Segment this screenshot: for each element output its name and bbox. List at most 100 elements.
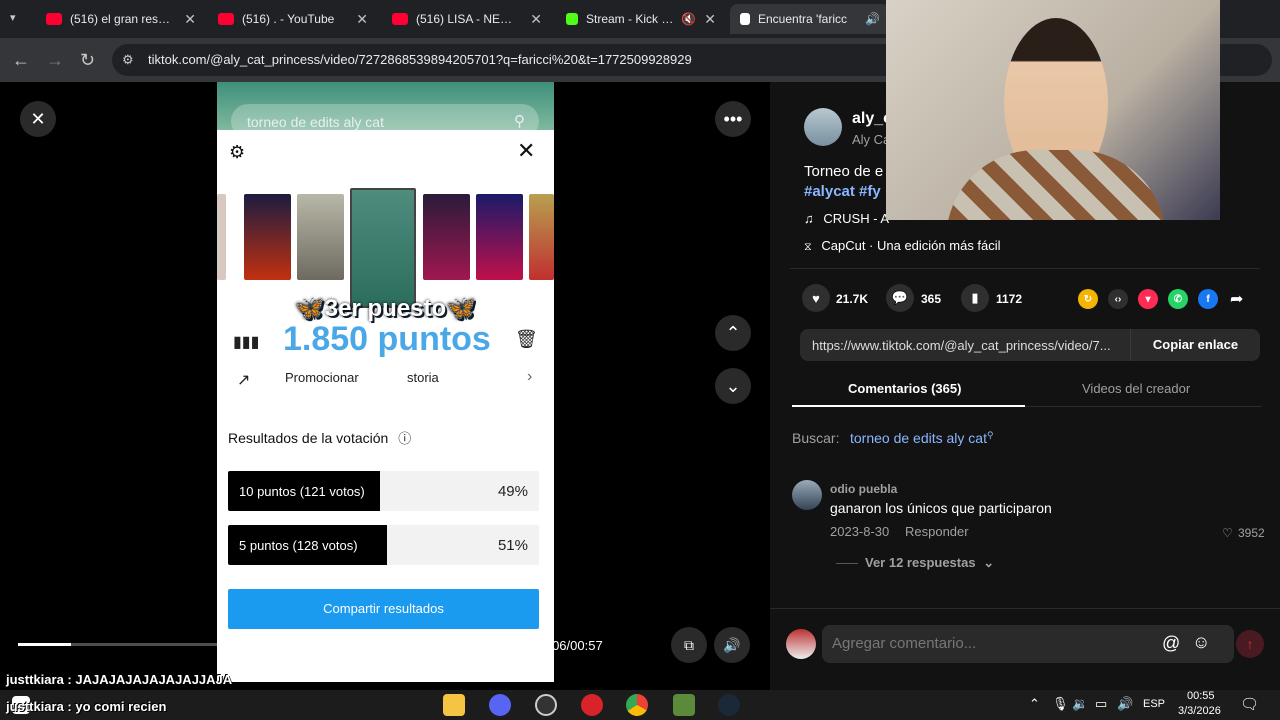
active-tab-underline <box>792 405 1025 407</box>
tab-title: (516) el gran responsa <box>70 12 176 26</box>
close-tab-icon[interactable]: ✕ <box>704 11 716 28</box>
history-label: storia <box>407 370 439 385</box>
tab-comments[interactable]: Comentarios (365) <box>848 381 961 396</box>
copy-link-button[interactable]: Copiar enlace <box>1130 329 1260 361</box>
chat-text: : yo comi recien <box>63 699 167 714</box>
like-count: 21.7K <box>836 292 869 306</box>
previous-video-button[interactable]: ⌃ <box>715 315 751 351</box>
reload-icon[interactable]: ↻ <box>80 50 95 71</box>
tab-creator-videos[interactable]: Videos del creador <box>1082 381 1190 396</box>
tray-chevron-icon[interactable]: ⌃ <box>1029 696 1040 712</box>
facebook-icon[interactable]: f <box>1198 289 1218 309</box>
volume-icon[interactable]: 🔉 <box>1072 696 1088 712</box>
clock-date[interactable]: 3/3/2026 <box>1178 705 1221 717</box>
comment-count: 365 <box>921 292 942 306</box>
speaker-icon[interactable]: 🔊 <box>1117 696 1133 712</box>
back-arrow-icon[interactable]: ← <box>12 50 30 71</box>
stats-bars-icon: ▮▮▮ <box>233 334 260 351</box>
chevron-down-icon: ⌄ <box>983 555 995 570</box>
repost-icon[interactable]: ↻ <box>1078 289 1098 309</box>
pip-button[interactable]: ⧉ <box>671 627 707 663</box>
commenter-avatar[interactable] <box>792 480 822 510</box>
chevron-right-icon: › <box>527 368 533 385</box>
reply-button[interactable]: Responder <box>905 524 969 539</box>
comment-like-icon[interactable]: ♡ <box>1222 526 1233 540</box>
emoji-icon[interactable]: ☺ <box>1192 632 1210 653</box>
chat-user: justtkiara <box>6 699 64 714</box>
send-icon[interactable]: ▾ <box>1138 289 1158 309</box>
video-progress-bar[interactable] <box>18 643 518 646</box>
network-icon[interactable]: ▭ <box>1095 696 1107 712</box>
browser-tab-active[interactable]: Encuentra 'faricc 🔊 <box>730 4 890 34</box>
webcam-overlay <box>886 0 1220 220</box>
music-row[interactable]: ♫ CRUSH - A <box>804 211 889 226</box>
speaker-icon[interactable]: 🔊 <box>865 12 880 26</box>
music-note-icon: ♫ <box>804 211 814 226</box>
bookmark-icon[interactable]: ▮ <box>961 284 989 312</box>
minecraft-icon[interactable] <box>673 694 695 716</box>
clock-time[interactable]: 00:55 <box>1187 690 1215 702</box>
youtube-icon <box>46 13 62 25</box>
hashtags[interactable]: #alycat #fy <box>804 183 881 200</box>
search-term-link[interactable]: torneo de edits aly cat⚲ <box>850 430 994 446</box>
promote-label: Promocionar <box>285 370 359 385</box>
share-link-url: https://www.tiktok.com/@aly_cat_princess… <box>812 338 1111 353</box>
add-comment-input[interactable]: Agregar comentario... @ ☺ <box>822 625 1234 663</box>
tab-list-icon[interactable]: ▾ <box>10 11 16 24</box>
avatar[interactable] <box>804 108 842 146</box>
share-results-button: Compartir resultados <box>228 589 539 629</box>
app-red-icon[interactable] <box>581 694 603 716</box>
close-tab-icon[interactable]: ✕ <box>184 11 196 28</box>
share-link-box: https://www.tiktok.com/@aly_cat_princess… <box>800 329 1260 361</box>
tiktok-icon <box>740 13 750 25</box>
heart-icon[interactable]: ♥ <box>802 284 830 312</box>
video-frame[interactable]: torneo de edits aly cat ⚲ ⚙ ✕ 🦋3er puest… <box>217 82 554 682</box>
notifications-icon[interactable]: 🗨 <box>1240 695 1259 713</box>
obs-icon[interactable] <box>535 694 557 716</box>
search-icon: ⚲ <box>514 113 525 130</box>
steam-icon[interactable] <box>718 694 740 716</box>
music-title: CRUSH - A <box>823 211 890 226</box>
site-info-icon[interactable]: ⚙ <box>122 52 134 68</box>
info-icon: ⓘ <box>398 431 412 446</box>
chrome-icon[interactable] <box>626 694 648 716</box>
comment-icon[interactable]: 💬 <box>886 284 914 312</box>
thumbnail <box>476 194 523 280</box>
comment-like-count: 3952 <box>1238 526 1265 540</box>
mention-icon[interactable]: @ <box>1162 633 1180 654</box>
thumbnail <box>244 194 291 280</box>
thumbnail <box>297 194 344 280</box>
volume-button[interactable]: 🔊 <box>714 627 750 663</box>
view-replies-button[interactable]: Ver 12 respuestas ⌄ <box>865 555 994 571</box>
browser-tab[interactable]: (516) el gran responsa ✕ <box>36 4 206 34</box>
whatsapp-icon[interactable]: ✆ <box>1168 289 1188 309</box>
post-comment-button[interactable]: ↑ <box>1236 630 1264 658</box>
embed-icon[interactable]: ‹› <box>1108 289 1128 309</box>
close-video-button[interactable]: ✕ <box>20 101 56 137</box>
thumbnail <box>423 194 470 280</box>
chat-text: : JAJAJAJAJAJAJAJJAJA <box>63 672 233 687</box>
browser-tab[interactable]: (516) . - YouTube ✕ <box>208 4 378 34</box>
microphone-icon[interactable]: 🎙 <box>1052 696 1069 712</box>
browser-tab[interactable]: Stream - Kick Da 🔇 ✕ <box>556 4 726 34</box>
person-shirt <box>946 150 1166 220</box>
language-indicator[interactable]: ESP <box>1143 698 1165 710</box>
taskbar: ⌃ 🎙 🔉 ▭ 🔊 ESP 00:55 3/3/2026 🗨 <box>0 690 1280 720</box>
points-text: 1.850 puntos <box>283 320 491 358</box>
forward-arrow-icon[interactable]: → <box>46 50 64 71</box>
capcut-row[interactable]: ⧖ CapCut · Una edición más fácil <box>804 238 1001 254</box>
browser-tab[interactable]: (516) LISA - NEW WO ✕ <box>382 4 552 34</box>
file-explorer-icon[interactable] <box>443 694 465 716</box>
more-options-button[interactable]: ••• <box>715 101 751 137</box>
commenter-name[interactable]: odio puebla <box>830 482 897 496</box>
settings-gear-icon: ⚙ <box>229 142 246 162</box>
next-video-button[interactable]: ⌄ <box>715 368 751 404</box>
close-tab-icon[interactable]: ✕ <box>530 11 542 28</box>
replies-line <box>836 563 858 564</box>
vote-bar: 5 puntos (128 votos) 51% <box>228 525 539 565</box>
share-arrow-icon[interactable]: ➦ <box>1230 289 1243 309</box>
muted-speaker-icon[interactable]: 🔇 <box>681 12 696 26</box>
tab-title: (516) . - YouTube <box>242 12 335 26</box>
discord-icon[interactable] <box>489 694 511 716</box>
close-tab-icon[interactable]: ✕ <box>356 11 368 28</box>
